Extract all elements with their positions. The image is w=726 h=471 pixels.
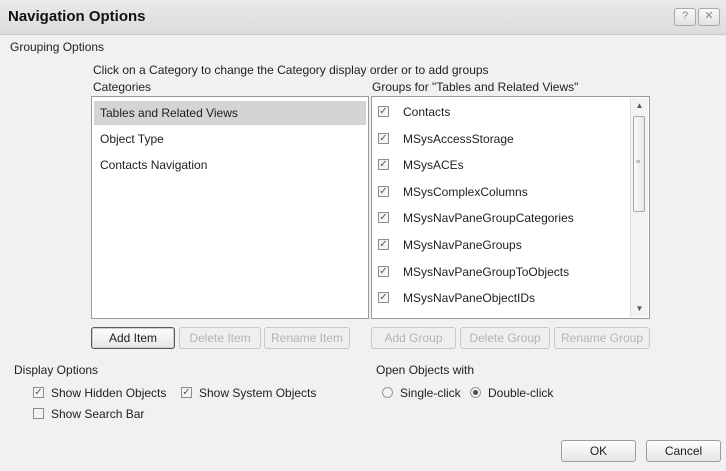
- group-label: MSysNavPaneGroupToObjects: [403, 264, 570, 279]
- group-item[interactable]: ✓ MSysNavPaneGroupCategories: [376, 205, 626, 231]
- scroll-up-icon[interactable]: ▲: [631, 98, 648, 114]
- group-item[interactable]: ✓ MSysNavPaneObjectIDs: [376, 285, 626, 311]
- groups-list[interactable]: ✓ Contacts ✓ MSysAccessStorage ✓ MSysACEs ✓ MSy…: [371, 96, 650, 319]
- group-label: MSysACEs: [403, 158, 464, 173]
- category-label: Tables and Related Views: [100, 106, 238, 120]
- category-label: Object Type: [100, 132, 164, 146]
- show-system-label: Show System Objects: [199, 386, 317, 400]
- help-button[interactable]: ?: [674, 8, 696, 26]
- grouping-options-label: Grouping Options: [10, 40, 105, 54]
- categories-list[interactable]: Tables and Related Views Object Type Con…: [91, 96, 369, 319]
- group-item[interactable]: ✓ MSysComplexColumns: [376, 179, 626, 205]
- check-icon[interactable]: ✓: [378, 212, 389, 224]
- group-label: MSysNavPaneGroups: [403, 238, 522, 252]
- groups-header: Groups for "Tables and Related Views": [372, 80, 579, 94]
- group-label: MSysAccessStorage: [403, 131, 514, 146]
- group-item[interactable]: ✓ MSysACEs: [376, 152, 626, 178]
- checkbox-box: [33, 408, 44, 419]
- title-bar: Navigation Options ? ✕: [0, 0, 726, 35]
- radio-selected-icon: [470, 387, 481, 398]
- group-item[interactable]: ✓ MSysNavPaneGroupToObjects: [376, 259, 626, 285]
- cancel-button[interactable]: Cancel: [646, 440, 721, 462]
- check-icon[interactable]: ✓: [378, 106, 389, 117]
- rename-item-button[interactable]: Rename Item: [264, 327, 350, 349]
- check-icon[interactable]: ✓: [378, 132, 389, 144]
- group-label: Contacts: [403, 105, 451, 119]
- grouping-instruction: Click on a Category to change the Catego…: [93, 63, 489, 77]
- close-button[interactable]: ✕: [698, 8, 720, 26]
- group-label: MSysComplexColumns: [403, 184, 528, 199]
- show-search-label: Show Search Bar: [51, 407, 145, 421]
- scroll-down-icon[interactable]: ▼: [631, 301, 648, 317]
- groups-scrollbar[interactable]: ▲ ≡ ▼: [630, 98, 648, 317]
- add-item-button[interactable]: Add Item: [91, 327, 175, 349]
- group-item[interactable]: ✓ MSysNavPaneGroups: [376, 232, 626, 258]
- radio-icon: [382, 387, 393, 398]
- category-label: Contacts Navigation: [100, 158, 208, 172]
- add-group-button[interactable]: Add Group: [371, 327, 456, 349]
- group-label: MSysNavPaneObjectIDs: [403, 291, 536, 306]
- group-item[interactable]: ✓ MSysAccessStorage: [376, 126, 626, 152]
- delete-group-button[interactable]: Delete Group: [460, 327, 550, 349]
- category-item[interactable]: Object Type: [94, 127, 366, 151]
- group-item[interactable]: ✓ Contacts: [376, 99, 626, 125]
- window-title: Navigation Options: [8, 8, 146, 25]
- display-options-label: Display Options: [14, 363, 99, 377]
- show-hidden-label: Show Hidden Objects: [51, 386, 167, 400]
- grip-icon: ≡: [636, 159, 641, 166]
- category-item[interactable]: Contacts Navigation: [94, 153, 366, 177]
- check-icon[interactable]: ✓: [378, 239, 389, 250]
- category-item[interactable]: Tables and Related Views: [94, 101, 366, 125]
- double-click-label: Double-click: [488, 386, 554, 400]
- check-icon: ✓: [181, 387, 192, 398]
- check-icon[interactable]: ✓: [378, 292, 389, 304]
- check-icon[interactable]: ✓: [378, 159, 389, 171]
- categories-header: Categories: [93, 80, 152, 94]
- check-icon[interactable]: ✓: [378, 265, 389, 277]
- rename-group-button[interactable]: Rename Group: [554, 327, 650, 349]
- single-click-label: Single-click: [400, 386, 461, 400]
- group-label: MSysNavPaneGroupCategories: [403, 211, 574, 226]
- ok-button[interactable]: OK: [561, 440, 636, 462]
- open-objects-label: Open Objects with: [376, 363, 475, 377]
- scroll-thumb[interactable]: ≡: [633, 116, 645, 212]
- check-icon: ✓: [33, 387, 44, 398]
- check-icon[interactable]: ✓: [378, 185, 389, 197]
- delete-item-button[interactable]: Delete Item: [179, 327, 261, 349]
